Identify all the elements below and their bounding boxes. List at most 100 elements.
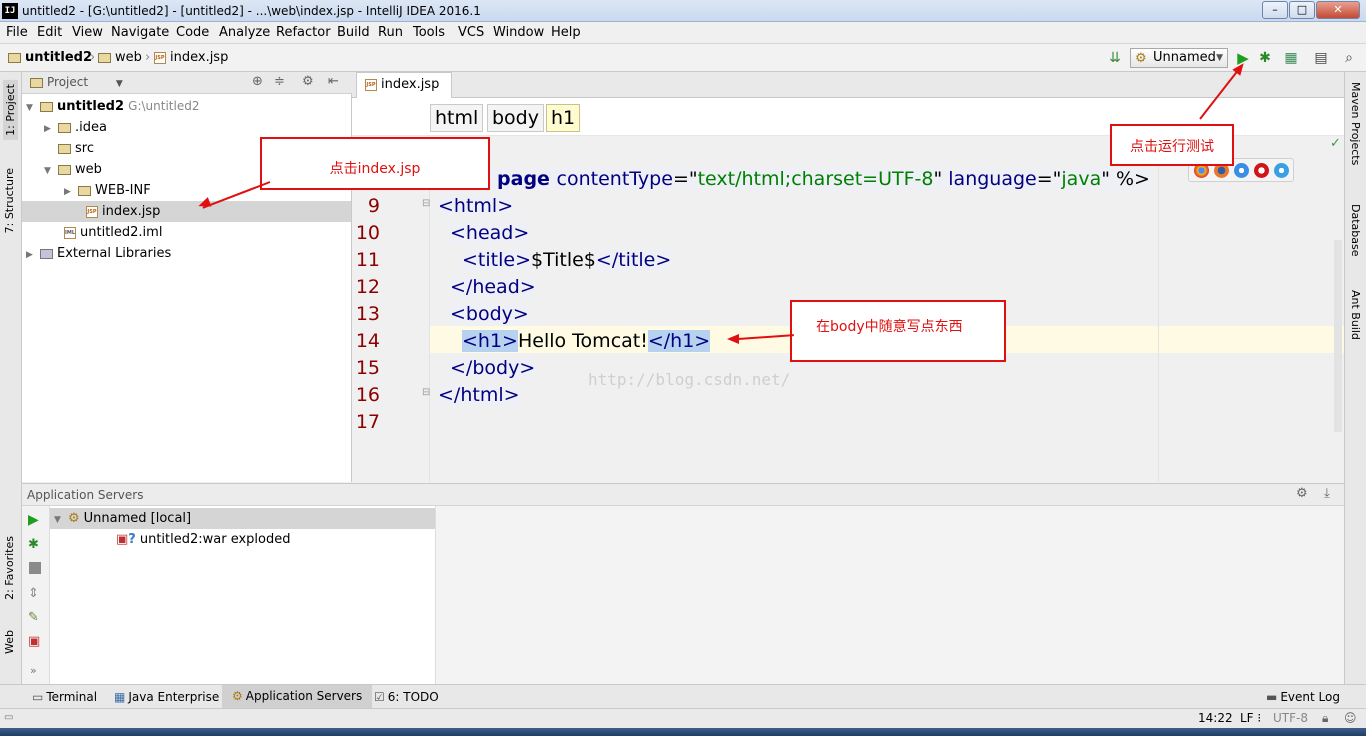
code-tag: <body>: [450, 303, 529, 325]
tag-crumb-body[interactable]: body: [487, 104, 544, 132]
inspector-icon[interactable]: ☺: [1344, 711, 1357, 725]
tab-web[interactable]: Web: [3, 630, 16, 654]
deploy-icon[interactable]: ⇕: [28, 586, 39, 601]
menu-navigate[interactable]: Navigate: [111, 25, 169, 40]
debug-server-icon[interactable]: ✱: [28, 537, 39, 552]
project-view-selector[interactable]: Project ▼: [30, 75, 123, 89]
close-window-button[interactable]: ✕: [1316, 1, 1360, 19]
breadcrumb-web-label: web: [115, 50, 142, 65]
menu-analyze[interactable]: Analyze: [219, 25, 270, 40]
code-tag: </h1>: [647, 330, 711, 352]
tree-item-src[interactable]: src: [58, 138, 94, 159]
more-icon[interactable]: »: [30, 664, 37, 677]
menu-build[interactable]: Build: [337, 25, 370, 40]
safari-icon[interactable]: [1234, 163, 1249, 178]
search-icon[interactable]: ⌕: [1340, 49, 1358, 67]
tree-item-idea[interactable]: ▶ .idea: [44, 117, 107, 138]
tab-label: 6: TODO: [387, 690, 439, 704]
chevron-down-icon: ▼: [115, 79, 123, 89]
menu-tools[interactable]: Tools: [413, 25, 445, 40]
tab-database[interactable]: Database: [1349, 204, 1362, 257]
project-structure-icon[interactable]: ▤: [1312, 49, 1330, 67]
tab-favorites[interactable]: 2: Favorites: [3, 536, 16, 600]
annotation-click-index: 点击index.jsp: [260, 137, 490, 190]
tab-project[interactable]: 1: Project: [3, 80, 18, 140]
breadcrumb-project[interactable]: untitled2: [8, 50, 92, 65]
menu-refactor[interactable]: Refactor: [276, 25, 331, 40]
tab-todo[interactable]: ☑ 6: TODO: [374, 689, 439, 707]
chevron-down-icon: ▼: [1216, 53, 1223, 63]
lock-icon[interactable]: 🔒︎: [1322, 711, 1328, 726]
tab-java-enterprise[interactable]: ▦ Java Enterprise: [114, 689, 219, 707]
internet-explorer-icon[interactable]: [1274, 163, 1289, 178]
tab-ant-build[interactable]: Ant Build: [1349, 290, 1362, 340]
breadcrumb-file[interactable]: JSP index.jsp: [154, 50, 228, 65]
folder-icon: [58, 143, 71, 154]
hide-panel-icon[interactable]: ⇤: [328, 74, 339, 89]
tab-structure[interactable]: 7: Structure: [3, 168, 16, 233]
artifact-icon[interactable]: ▣: [28, 634, 40, 649]
caret-position[interactable]: 14:22: [1198, 711, 1233, 725]
settings-gear-icon[interactable]: ⚙: [1296, 486, 1308, 501]
tree-item-web-inf[interactable]: ▶ WEB-INF: [64, 180, 151, 201]
menu-edit[interactable]: Edit: [37, 25, 62, 40]
edit-config-icon[interactable]: ✎: [28, 610, 39, 625]
debug-icon[interactable]: ✱: [1256, 49, 1274, 67]
tag-crumb-html[interactable]: html: [430, 104, 484, 132]
line-number: 12: [355, 276, 380, 298]
hide-panel-icon[interactable]: ⤓: [1324, 486, 1330, 501]
stop-server-icon[interactable]: [29, 562, 41, 574]
tab-application-servers[interactable]: ⚙ Application Servers: [222, 685, 373, 709]
line-separator[interactable]: LF ⁝: [1240, 711, 1261, 725]
application-servers-panel: Application Servers ⚙ ⤓ ▶ ✱ ⇕ ✎ ▣ » ▼ ⚙ Un…: [22, 483, 1344, 685]
breadcrumb-web[interactable]: web: [98, 50, 142, 65]
minimize-button[interactable]: –: [1262, 1, 1288, 19]
status-bar: ▭ 14:22 LF ⁝ UTF-8 🔒︎ ☺: [0, 708, 1366, 728]
menu-code[interactable]: Code: [176, 25, 209, 40]
navigation-bar: untitled2 › web › JSP index.jsp ⇊ ⚙ Unnam…: [0, 44, 1366, 72]
tool-windows-icon[interactable]: ▭: [4, 712, 13, 723]
menu-vcs[interactable]: VCS: [458, 25, 484, 40]
tab-terminal[interactable]: ▭ Terminal: [32, 689, 97, 707]
menu-window[interactable]: Window: [493, 25, 544, 40]
editor-scrollbar[interactable]: [1334, 240, 1342, 432]
expanded-triangle-icon: ▼: [26, 103, 33, 113]
tree-root-untitled2[interactable]: ▼ untitled2 G:\untitled2: [26, 96, 199, 117]
menu-help[interactable]: Help: [551, 25, 581, 40]
maximize-button[interactable]: □: [1289, 1, 1315, 19]
tab-maven-projects[interactable]: Maven Projects: [1349, 82, 1362, 165]
menu-view[interactable]: View: [72, 25, 103, 40]
tree-item-web[interactable]: ▼ web: [44, 159, 102, 180]
locate-file-icon[interactable]: ⊕: [252, 74, 263, 89]
make-project-icon[interactable]: ⇊: [1106, 49, 1124, 67]
title-bar: IJ untitled2 - [G:\untitled2] - [untitle…: [0, 0, 1366, 22]
collapsed-triangle-icon: ▶: [64, 187, 71, 197]
code-text: Hello Tomcat!: [517, 330, 648, 352]
line-number: 15: [355, 357, 380, 379]
tree-item-iml[interactable]: IML untitled2.iml: [64, 222, 162, 243]
project-panel-header: Project ▼ ⊕ ≑ ⚙ ⇤: [22, 72, 352, 94]
annotation-run-test: 点击运行测试: [1110, 124, 1234, 166]
run-config-select[interactable]: ⚙ Unnamed ▼: [1130, 48, 1228, 68]
tab-index-jsp[interactable]: JSPindex.jsp ✕: [356, 72, 452, 115]
tag-crumb-h1[interactable]: h1: [546, 104, 581, 132]
file-encoding[interactable]: UTF-8: [1273, 711, 1308, 725]
menu-file[interactable]: File: [6, 25, 28, 40]
settings-gear-icon[interactable]: ⚙: [302, 74, 314, 89]
line-number: 13: [355, 303, 380, 325]
opera-icon[interactable]: [1254, 163, 1269, 178]
tab-event-log[interactable]: ▬ Event Log: [1266, 689, 1340, 707]
code-token: page: [497, 168, 557, 190]
analysis-ok-check-icon: ✓: [1330, 136, 1341, 151]
tree-item-external-libraries[interactable]: ▶ External Libraries: [26, 243, 171, 264]
collapse-all-icon[interactable]: ≑: [274, 74, 285, 89]
tree-item-label: untitled2.iml: [80, 225, 163, 240]
code-string: text/html;charset=UTF-8: [697, 168, 934, 190]
run-coverage-icon[interactable]: ▦: [1282, 49, 1300, 67]
menu-run[interactable]: Run: [378, 25, 403, 40]
tree-item-index-jsp[interactable]: JSP index.jsp: [22, 201, 351, 222]
artifact-node[interactable]: ▣? untitled2:war exploded: [116, 529, 291, 550]
server-node[interactable]: ▼ ⚙ Unnamed [local]: [50, 508, 435, 529]
terminal-icon: ▭: [32, 690, 44, 704]
run-server-icon[interactable]: ▶: [28, 512, 39, 528]
